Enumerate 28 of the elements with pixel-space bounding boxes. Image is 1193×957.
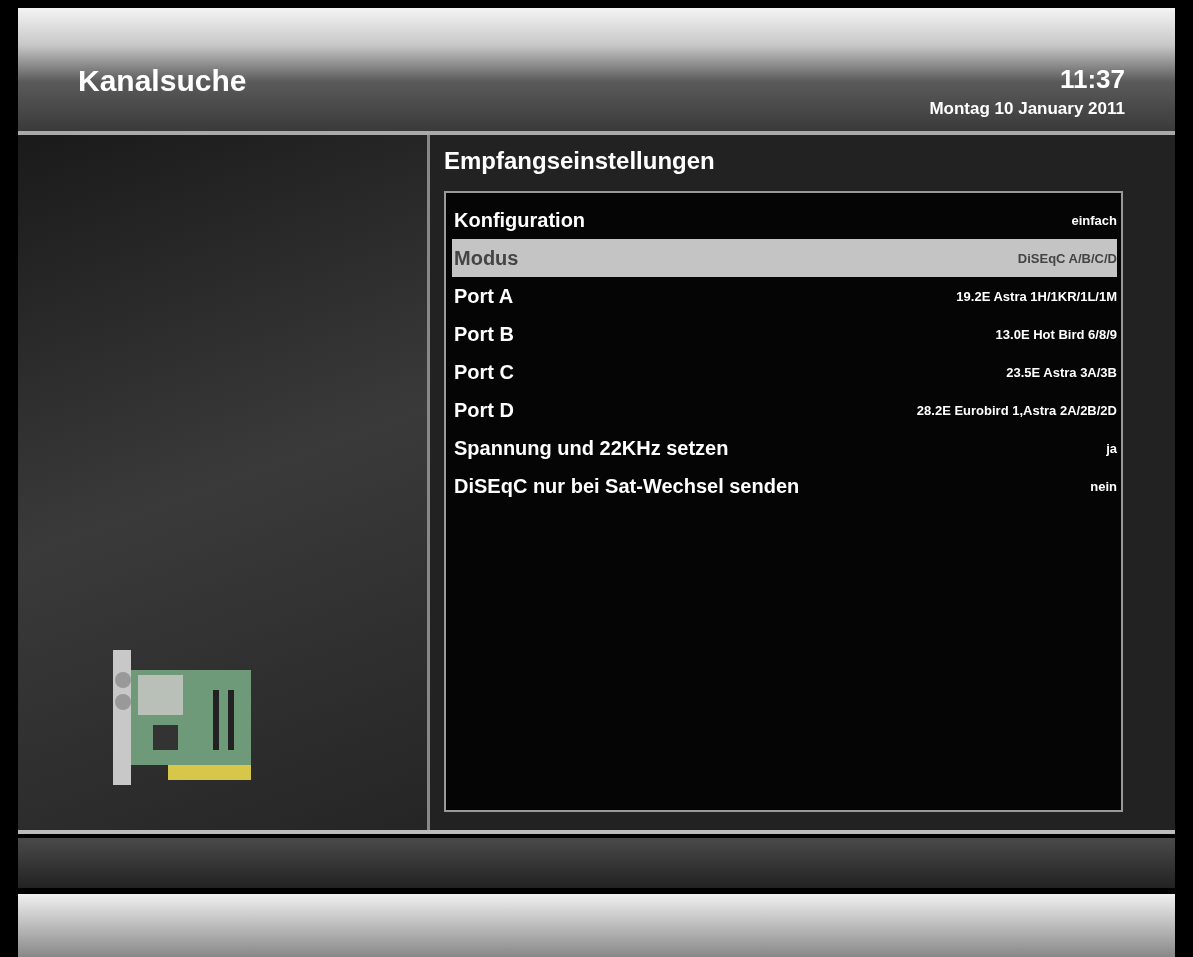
setting-value: 19.2E Astra 1H/1KR/1L/1M [956,288,1117,304]
setting-label: Port C [454,360,514,384]
setting-label: Spannung und 22KHz setzen [454,436,729,460]
setting-label: Konfiguration [454,208,586,232]
setting-label: Port D [454,398,514,422]
clock-date: Montag 10 January 2011 [929,99,1125,119]
setting-value: ja [1106,440,1117,456]
setting-label: Port A [454,284,514,308]
setting-value: 23.5E Astra 3A/3B [1006,364,1117,380]
setting-value: 13.0E Hot Bird 6/8/9 [995,326,1117,342]
setting-row[interactable]: Spannung und 22KHz setzen ja [452,429,1117,467]
setting-label: Modus [454,246,519,270]
screen-title: Kanalsuche [78,64,247,98]
clock-time: 11:37 [1058,64,1125,95]
setting-row[interactable]: Port B 13.0E Hot Bird 6/8/9 [452,315,1117,353]
setting-row[interactable]: Port D 28.2E Eurobird 1,Astra 2A/2B/2D [452,391,1117,429]
setting-value: 28.2E Eurobird 1,Astra 2A/2B/2D [916,402,1117,418]
setting-row[interactable]: Port A 19.2E Astra 1H/1KR/1L/1M [452,277,1117,315]
setting-value: nein [1090,478,1117,494]
panel-title: Empfangseinstellungen [444,147,716,175]
setting-label: DiSEqC nur bei Sat-Wechsel senden [454,474,800,498]
setting-row[interactable]: Modus DiSEqC A/B/C/D [452,239,1117,277]
setting-label: Port B [454,322,514,346]
setting-value: einfach [1071,212,1117,228]
setting-row[interactable]: Konfiguration einfach [452,201,1117,239]
setting-value: DiSEqC A/B/C/D [1017,250,1117,266]
setting-row[interactable]: Port C 23.5E Astra 3A/3B [452,353,1117,391]
setting-row[interactable]: DiSEqC nur bei Sat-Wechsel senden nein [452,467,1117,505]
